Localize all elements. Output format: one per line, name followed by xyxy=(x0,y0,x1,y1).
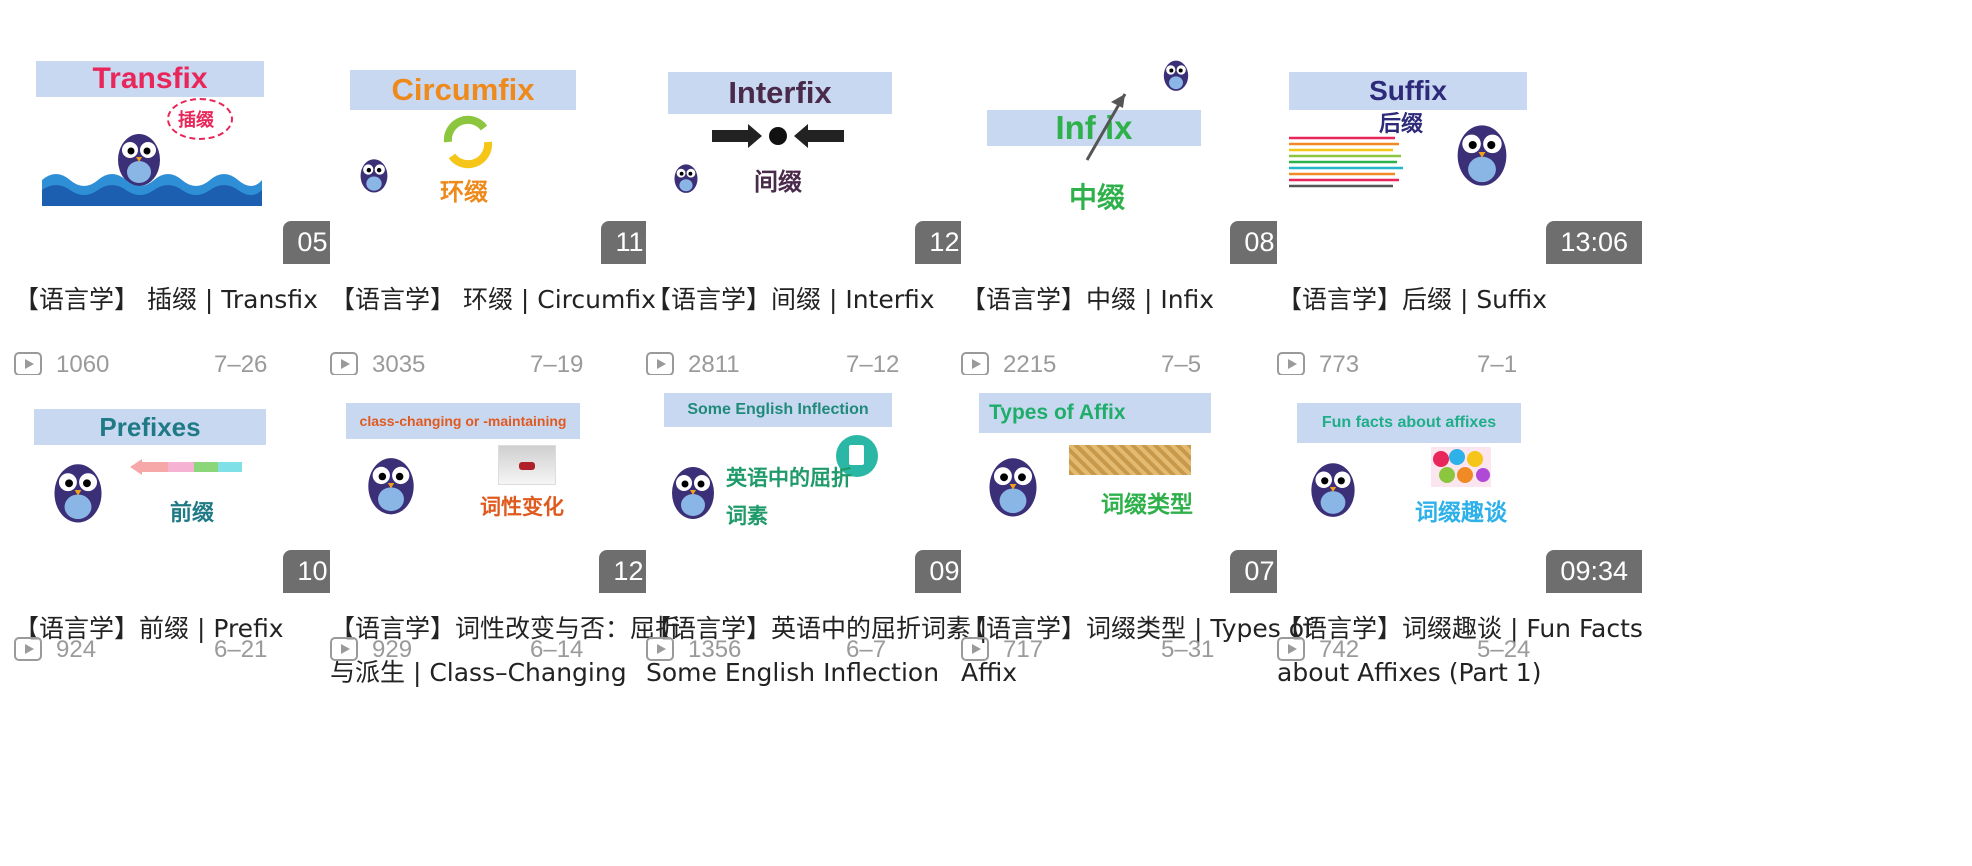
video-thumbnail[interactable]: Fun facts about affixes 词缀趣谈 09:34 xyxy=(1277,375,1642,593)
thumbnail-subtitle: 中缀 xyxy=(1069,181,1126,214)
thumbnail-banner: Types of Affix xyxy=(979,393,1211,433)
play-icon xyxy=(961,352,989,376)
play-icon xyxy=(14,352,42,376)
thumbnail-banner: Fun facts about affixes xyxy=(1297,403,1521,443)
thumbnail-banner: Transfix xyxy=(36,61,264,97)
video-meta: 929 6–14 xyxy=(330,635,695,669)
upload-date: 6–21 xyxy=(214,636,268,663)
thumbnail-subtitle: 环缀 xyxy=(440,178,488,206)
thumbnail-subtitle: 间缀 xyxy=(754,168,802,196)
video-title[interactable]: 【语言学】 插缀 | Transfix xyxy=(14,278,384,322)
play-icon xyxy=(1277,637,1305,661)
owl-icon xyxy=(360,159,388,193)
thumbnail-banner: Suffix xyxy=(1289,72,1527,110)
upload-date: 6–14 xyxy=(530,636,584,663)
play-icon xyxy=(961,637,989,661)
thumbnail-banner: Interfix xyxy=(668,72,892,114)
thumbnail-banner: Some English Inflection xyxy=(664,393,892,427)
owl-icon xyxy=(368,458,414,515)
balls-photo xyxy=(1431,447,1491,487)
video-thumbnail[interactable]: Circumfix 环缀 11:58 xyxy=(330,46,695,264)
upload-date: 5–31 xyxy=(1161,636,1215,663)
owl-icon xyxy=(672,467,714,519)
bowtie-photo xyxy=(498,445,556,485)
cycle-arrows-icon xyxy=(443,115,493,169)
video-thumbnail[interactable]: Prefixes 前缀 10:20 xyxy=(14,375,379,593)
video-meta: 924 6–21 xyxy=(14,635,379,669)
owl-icon xyxy=(1163,60,1189,91)
video-meta: 1356 6–7 xyxy=(646,635,1011,669)
upload-date: 5–24 xyxy=(1477,636,1531,663)
owl-icon xyxy=(1311,463,1355,517)
waves-illustration xyxy=(42,174,262,206)
thumbnail-banner: Prefixes xyxy=(34,409,266,445)
video-meta: 742 5–24 xyxy=(1277,635,1642,669)
video-meta: 717 5–31 xyxy=(961,635,1326,669)
video-title[interactable]: 【语言学】中缀 | Infix xyxy=(961,278,1331,322)
thumbnail-banner: Circumfix xyxy=(350,70,576,110)
thumbnail-subtitle: 词性变化 xyxy=(480,495,564,519)
video-thumbnail[interactable]: Interfix 间缀 12:08 xyxy=(646,46,1011,264)
grain-photo xyxy=(1069,445,1191,475)
view-count: 1356 xyxy=(688,636,742,663)
play-icon xyxy=(14,637,42,661)
upload-date: 6–7 xyxy=(846,636,887,663)
thumbnail-subtitle: 插缀 xyxy=(178,110,214,131)
owl-icon xyxy=(1457,125,1507,186)
video-title[interactable]: 【语言学】后缀 | Suffix xyxy=(1277,278,1647,322)
arrows-illustration xyxy=(130,459,242,475)
thumbnail-subtitle: 词缀类型 xyxy=(1101,492,1193,518)
duration-badge: 09:34 xyxy=(1546,550,1642,593)
video-thumbnail[interactable]: Inf ix 中缀 08:02 xyxy=(961,46,1326,264)
video-thumbnail[interactable]: Some English Inflection 英语中的屈折词素 09:36 xyxy=(646,375,1011,593)
play-icon xyxy=(646,352,674,376)
duration-badge: 13:06 xyxy=(1546,221,1642,264)
thumbnail-subtitle: 前缀 xyxy=(170,501,215,526)
video-thumbnail[interactable]: Transfix 插缀 05:13 xyxy=(14,46,379,264)
play-icon xyxy=(1277,352,1305,376)
play-icon xyxy=(330,637,358,661)
owl-icon xyxy=(54,464,102,523)
video-thumbnail[interactable]: class-changing or -maintaining 词性变化 12:0… xyxy=(330,375,695,593)
thumbnail-banner: class-changing or -maintaining xyxy=(346,403,580,439)
view-count: 924 xyxy=(56,636,97,663)
view-count: 717 xyxy=(1003,636,1044,663)
view-count: 929 xyxy=(372,636,413,663)
play-icon xyxy=(330,352,358,376)
video-thumbnail[interactable]: Suffix 后缀 13:06 xyxy=(1277,46,1642,264)
play-icon xyxy=(646,637,674,661)
arrows-illustration xyxy=(712,124,844,148)
arrow-illustration xyxy=(1085,93,1127,161)
arrows-illustration xyxy=(1289,136,1403,188)
thumbnail-subtitle: 英语中的屈折词素 xyxy=(726,466,852,528)
owl-icon xyxy=(674,164,698,193)
video-title[interactable]: 【语言学】 环缀 | Circumfix xyxy=(330,278,700,322)
thumbnail-subtitle: 词缀趣谈 xyxy=(1415,500,1507,526)
video-thumbnail[interactable]: Types of Affix 词缀类型 07:06 xyxy=(961,375,1326,593)
owl-icon xyxy=(989,458,1037,517)
view-count: 742 xyxy=(1319,636,1360,663)
